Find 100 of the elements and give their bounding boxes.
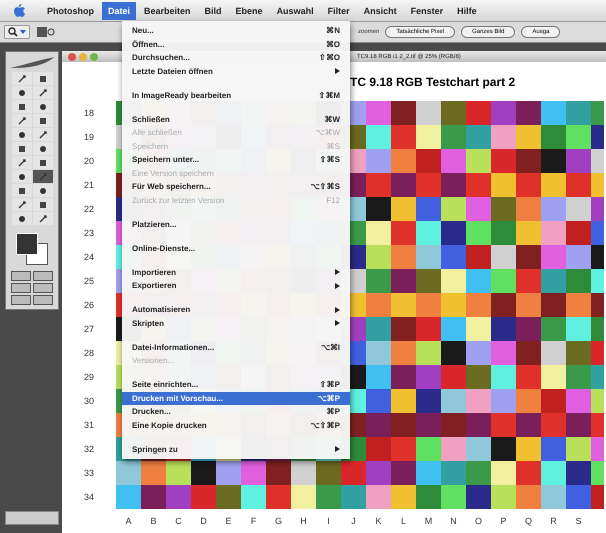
tool-button[interactable] [32,212,52,225]
menu-item[interactable]: Datei-Informationen... ⌥⌘I [122,340,350,354]
menu-title[interactable]: Bild [198,2,228,20]
tool-button[interactable] [12,72,32,85]
mode-button[interactable] [33,283,53,293]
mode-button[interactable] [11,283,31,293]
menu-item[interactable]: Schließen ⌘W [122,112,350,126]
column-label: Q [524,516,533,526]
tool-button[interactable] [32,86,52,99]
tool-button[interactable] [12,86,32,99]
menu-item-label: Online-Dienste... [132,244,196,253]
menu-title[interactable]: Hilfe [451,2,483,20]
menu-item[interactable]: In ImageReady bearbeiten ⇧⌘M [122,88,350,102]
column-label: L [400,516,407,526]
menu-item[interactable]: Drucken mit Vorschau... ⌥⌘P [122,392,350,405]
row-label: 21 [84,179,94,192]
shortcut: ⇧⌘P [320,380,340,390]
mode-button[interactable] [11,271,31,281]
menu-item-label: Versionen... [132,356,176,366]
menu-item-label: Letzte Dateien öffnen [132,66,214,76]
menu-title[interactable]: Photoshop [41,2,100,20]
column-label: N [449,516,458,526]
menu-item[interactable]: Importieren [122,266,350,279]
menu-title[interactable]: Ebene [230,2,269,20]
tool-preset-picker[interactable] [4,25,30,39]
menu-item[interactable]: Für Web speichern... ⌥⇧⌘S [122,180,350,194]
tool-icon [16,74,26,84]
column-label: D [199,516,208,526]
tool-button[interactable] [32,128,52,141]
menu-item[interactable]: Exportieren [122,279,350,292]
column-label: E [224,516,232,526]
menu-item-label: Öffnen... [132,40,166,49]
mode-button[interactable] [33,295,53,305]
column-label: C [174,516,183,526]
tool-button[interactable] [12,156,32,169]
tool-button[interactable] [32,142,52,155]
row-label: 25 [84,275,94,288]
mode-button[interactable] [33,271,53,281]
tool-icon [16,200,26,210]
menu-item[interactable]: Skripten [122,316,350,330]
submenu-arrow-icon [335,269,340,276]
close-button[interactable] [68,52,76,60]
menu-item[interactable]: Öffnen... ⌘O [122,38,350,51]
tool-button[interactable] [12,198,32,211]
logo-icon[interactable] [14,4,25,17]
color-swatches[interactable] [14,231,50,265]
tool-icon [38,214,48,224]
column-label: G [274,516,283,526]
caret-icon [20,29,26,35]
menu-item[interactable]: Letzte Dateien öffnen [122,64,350,78]
menu-item-label: Automatisieren [132,305,192,314]
menu-item[interactable]: Springen zu [122,442,350,456]
menu-title[interactable]: Filter [322,2,356,20]
tool-button[interactable] [32,184,52,197]
column-label: P [499,516,508,526]
menu-item[interactable]: Eine Kopie drucken ⌥⇧⌘P [122,418,350,432]
menu-title[interactable]: Auswahl [270,2,320,20]
tool-button[interactable] [12,128,32,141]
shortcut: ⌥⌘I [320,342,340,352]
menu-title[interactable]: Fenster [404,2,450,20]
row-label: 34 [84,491,94,504]
tool-button[interactable] [12,212,32,225]
menu-item-label: Drucken mit Vorschau... [132,394,224,403]
menu-item[interactable]: Platzieren... [122,218,350,231]
tool-button[interactable] [32,114,52,127]
row-label: 19 [84,131,94,144]
tool-button[interactable] [12,142,32,155]
column-label: O [474,516,483,526]
submenu-arrow-icon [335,282,340,289]
menu-item-label: Alle schließen [132,128,183,138]
tool-icon [38,172,48,182]
tool-button[interactable] [32,170,52,183]
tool-icon [16,158,26,168]
shortcut: ⌘P [326,407,340,416]
menu-item[interactable]: Speichern unter... ⇧⌘S [122,153,350,166]
menu-item[interactable]: Online-Dienste... [122,242,350,255]
column-label: B [149,516,158,526]
tool-icon [16,214,26,224]
menu-item[interactable]: Neu... ⌘N [122,24,350,38]
mode-button[interactable] [11,295,31,305]
tool-button[interactable] [32,198,52,211]
shortcut: ⌘O [326,40,340,49]
menu-item[interactable]: Drucken... ⌘P [122,405,350,418]
menu-title[interactable]: Bearbeiten [138,2,197,20]
menu-title[interactable]: Ansicht [358,2,403,20]
menu-item[interactable]: Automatisieren [122,303,350,316]
menu-item[interactable]: Seite einrichten... ⇧⌘P [122,378,350,392]
tool-button[interactable] [32,156,52,169]
tool-button[interactable] [12,170,32,183]
menu-item-label: Springen zu [132,444,179,454]
menu-item[interactable]: Durchsuchen... ⇧⌘O [122,51,350,64]
column-label: F [250,516,258,526]
tool-button[interactable] [32,72,52,85]
menu-title[interactable]: Datei [102,2,136,20]
tool-button[interactable] [12,100,32,113]
tool-button[interactable] [32,100,52,113]
tool-button[interactable] [12,184,32,197]
shortcut: ⌥⇧⌘P [310,420,340,430]
tool-button[interactable] [12,114,32,127]
row-label: 20 [84,155,94,168]
